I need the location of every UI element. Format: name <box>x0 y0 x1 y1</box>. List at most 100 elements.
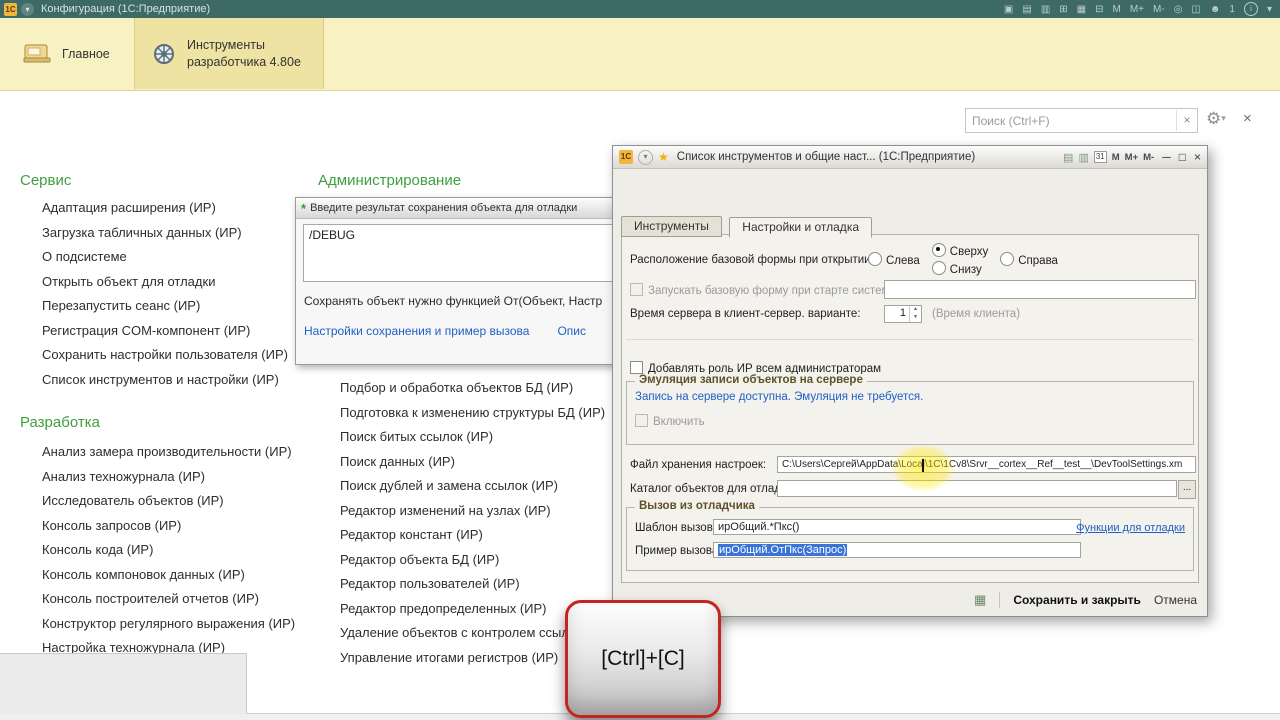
cancel-button[interactable]: Отмена <box>1154 593 1197 607</box>
scale-m-plus-icon[interactable]: M+ <box>1130 4 1144 15</box>
calculator-icon[interactable]: ⊟ <box>1095 4 1103 15</box>
development-item[interactable]: Анализ замера производительности (ИР) <box>42 440 295 465</box>
development-item[interactable]: Консоль запросов (ИР) <box>42 514 295 539</box>
1c-logo-icon: 1С <box>619 150 633 164</box>
radio-top[interactable]: Сверху <box>931 243 988 258</box>
administration-item[interactable]: Редактор констант (ИР) <box>340 523 605 548</box>
administration-item[interactable]: Редактор пользователей (ИР) <box>340 572 605 597</box>
radio-bottom-circle[interactable] <box>931 261 946 275</box>
debug-catalog-input[interactable] <box>777 480 1177 497</box>
search-clear-icon[interactable]: × <box>1176 110 1197 131</box>
titlebar-toolbar: ▣ ▤ ▥ ⊞ ▦ ⊟ M M+ M- ◎ ◫ ☻ 1 i ▾ <box>1004 2 1272 16</box>
close-icon[interactable]: × <box>1194 150 1201 164</box>
search-input[interactable] <box>966 113 1176 128</box>
tab-settings-debug[interactable]: Настройки и отладка <box>729 217 872 238</box>
tab-devtools-section[interactable]: Инструменты разработчика 4.80e <box>134 18 324 89</box>
development-item[interactable]: Консоль кода (ИР) <box>42 538 295 563</box>
stepper-down-icon[interactable]: ▼ <box>910 314 921 322</box>
save-settings-link[interactable]: Настройки сохранения и пример вызова <box>304 324 529 338</box>
dialog-scale-m-plus-icon[interactable]: M+ <box>1125 152 1138 163</box>
radio-left-circle[interactable] <box>868 252 882 266</box>
service-item[interactable]: О подсистеме <box>42 245 288 270</box>
minimize-icon[interactable]: ─ <box>1162 150 1171 164</box>
workspace-close-icon[interactable]: × <box>1243 110 1252 127</box>
radio-left[interactable]: Слева <box>868 252 920 267</box>
administration-item[interactable]: Редактор изменений на узлах (ИР) <box>340 499 605 524</box>
radio-top-circle[interactable] <box>931 243 946 257</box>
radio-middle-stack: Сверху Снизу <box>931 243 988 276</box>
debug-result-input[interactable]: /DEBUG <box>303 224 629 282</box>
development-item[interactable]: Консоль построителей отчетов (ИР) <box>42 587 295 612</box>
service-item[interactable]: Загрузка табличных данных (ИР) <box>42 221 288 246</box>
calendar-31-icon[interactable]: 31 <box>1093 151 1107 163</box>
development-item[interactable]: Исследователь объектов (ИР) <box>42 489 295 514</box>
add-role-checkbox[interactable] <box>630 361 643 374</box>
development-item[interactable]: Конструктор регулярного выражения (ИР) <box>42 612 295 637</box>
print-preview-icon[interactable]: ▥ <box>1041 4 1050 15</box>
tab-tools[interactable]: Инструменты <box>621 216 722 237</box>
dialog-scale-m-minus-icon[interactable]: M- <box>1143 152 1154 163</box>
administration-item[interactable]: Поиск данных (ИР) <box>340 450 605 475</box>
doc2-icon[interactable]: ▥ <box>1078 151 1088 164</box>
server-time-stepper[interactable]: 1 ▲ ▼ <box>884 305 922 323</box>
favorite-star-icon[interactable]: ★ <box>658 150 669 164</box>
save-and-close-button[interactable]: Сохранить и закрыть <box>1013 593 1141 607</box>
form-settings-icon[interactable]: ▦ <box>974 592 986 608</box>
browse-button[interactable]: ... <box>1178 480 1196 499</box>
maximize-icon[interactable]: □ <box>1179 150 1186 164</box>
service-item[interactable]: Регистрация COM-компонент (ИР) <box>42 319 288 344</box>
administration-item[interactable]: Редактор объекта БД (ИР) <box>340 548 605 573</box>
calendar-icon[interactable]: ▦ <box>1077 4 1086 15</box>
emulation-enable-checkbox[interactable] <box>635 414 648 427</box>
help-icon[interactable]: i <box>1243 2 1258 16</box>
administration-item[interactable]: Поиск дублей и замена ссылок (ИР) <box>340 474 605 499</box>
zoom-icon[interactable]: ◎ <box>1174 4 1183 15</box>
development-item[interactable]: Консоль компоновок данных (ИР) <box>42 563 295 588</box>
service-item[interactable]: Список инструментов и настройки (ИР) <box>42 368 288 393</box>
service-item[interactable]: Сохранить настройки пользователя (ИР) <box>42 343 288 368</box>
autostart-checkbox[interactable] <box>630 283 643 296</box>
debug-prompt-titlebar[interactable]: * Введите результат сохранения объекта д… <box>296 198 636 219</box>
autostart-form-input[interactable] <box>884 280 1196 299</box>
template-input[interactable] <box>713 519 1081 535</box>
settings-gear-button[interactable]: ⚙▾ <box>1206 109 1226 129</box>
description-link[interactable]: Опис <box>557 324 586 338</box>
radio-right[interactable]: Справа <box>1000 252 1058 267</box>
user-count-badge: 1 <box>1229 3 1235 15</box>
stepper-up-icon[interactable]: ▲ <box>910 306 921 314</box>
service-item[interactable]: Открыть объект для отладки <box>42 270 288 295</box>
emulation-status-text: Запись на сервере доступна. Эмуляция не … <box>635 391 924 403</box>
dialog-scale-m-icon[interactable]: M <box>1112 152 1120 163</box>
dialog-menu-icon[interactable]: ▾ <box>638 149 653 165</box>
link-icon[interactable]: ⊞ <box>1059 4 1067 15</box>
debugger-call-group-label: Вызов из отладчика <box>635 500 759 512</box>
tab-main-section[interactable]: Главное <box>6 18 126 89</box>
print-icon[interactable]: ▤ <box>1022 4 1031 15</box>
scale-m-icon[interactable]: M <box>1113 4 1121 15</box>
debug-functions-link[interactable]: Функции для отладки <box>1076 522 1185 534</box>
help-chevron-icon[interactable]: ▾ <box>1267 4 1272 15</box>
example-input[interactable]: ирОбщий.ОтПкс(Запрос) <box>713 542 1081 558</box>
development-item[interactable]: Анализ техножурнала (ИР) <box>42 465 295 490</box>
save-icon[interactable]: ▣ <box>1004 4 1013 15</box>
service-item[interactable]: Перезапустить сеанс (ИР) <box>42 294 288 319</box>
administration-item[interactable]: Подготовка к изменению структуры БД (ИР) <box>340 401 605 426</box>
development-list: Анализ замера производительности (ИР) Ана… <box>42 440 295 661</box>
administration-item[interactable]: Поиск битых ссылок (ИР) <box>340 425 605 450</box>
radio-bottom[interactable]: Снизу <box>931 261 988 276</box>
placement-label: Расположение базовой формы при открытии: <box>630 253 874 266</box>
separator-line <box>626 339 1194 340</box>
radio-right-circle[interactable] <box>1000 252 1015 266</box>
stepper-arrows: ▲ ▼ <box>909 306 921 322</box>
administration-item[interactable]: Подбор и обработка объектов БД (ИР) <box>340 376 605 401</box>
dialog-tabs: Инструменты Настройки и отладка <box>621 216 875 238</box>
scale-m-minus-icon[interactable]: M- <box>1153 4 1165 15</box>
main-menu-button[interactable]: ▾ <box>21 2 34 16</box>
user-icon[interactable]: ☻ <box>1210 4 1221 15</box>
doc-icon[interactable]: ▤ <box>1063 151 1073 164</box>
service-item[interactable]: Адаптация расширения (ИР) <box>42 196 288 221</box>
panels-icon[interactable]: ◫ <box>1191 4 1200 15</box>
settings-file-input[interactable] <box>777 456 1196 473</box>
selected-text: ирОбщий.ОтПкс(Запрос) <box>718 544 848 556</box>
dialog-titlebar[interactable]: 1С ▾ ★ Список инструментов и общие наст.… <box>613 146 1207 169</box>
